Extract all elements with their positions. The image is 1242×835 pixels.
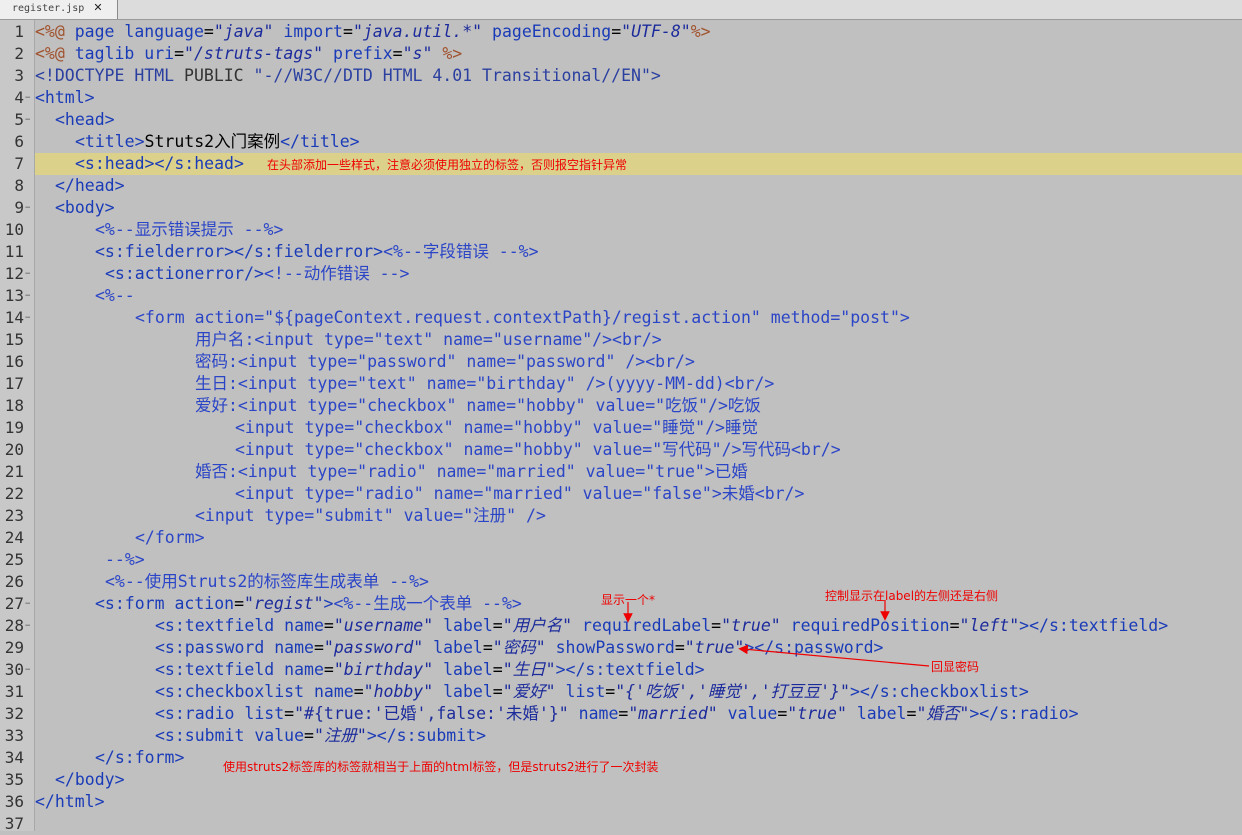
line-number: 32 (4, 704, 24, 723)
fold-toggle-icon[interactable]: − (25, 94, 33, 103)
line-number: 17 (4, 374, 24, 393)
tab-register-jsp[interactable]: register.jsp ✕ (0, 0, 118, 19)
line-number: 14 (4, 308, 24, 327)
line-number: 6 (14, 132, 24, 151)
line-number: 23 (4, 506, 24, 525)
line-number: 26 (4, 572, 24, 591)
annotation-arrows (623, 600, 930, 667)
line-number: 25 (4, 550, 24, 569)
line-number: 33 (4, 726, 24, 745)
line-number: 5 (14, 110, 24, 129)
line-number: 10 (4, 220, 24, 239)
line-number: 28 (4, 616, 24, 635)
fold-toggle-icon[interactable]: − (25, 204, 33, 213)
line-number: 8 (14, 176, 24, 195)
line-number: 36 (4, 792, 24, 811)
line-number: 37 (4, 814, 24, 833)
line-number: 24 (4, 528, 24, 547)
close-icon[interactable]: ✕ (92, 2, 104, 14)
line-number: 15 (4, 330, 24, 349)
code-editor[interactable]: <%@ page language="java" import="java.ut… (35, 20, 1242, 831)
line-number: 27 (4, 594, 24, 613)
line-number: 35 (4, 770, 24, 789)
fold-toggle-icon[interactable]: − (25, 270, 33, 279)
line-number: 18 (4, 396, 24, 415)
editor-tab-bar: register.jsp ✕ (0, 0, 1242, 20)
fold-toggle-icon[interactable]: − (25, 314, 33, 323)
line-number: 16 (4, 352, 24, 371)
fold-toggle-icon[interactable]: − (25, 600, 33, 609)
line-number: 34 (4, 748, 24, 767)
fold-toggle-icon[interactable]: − (25, 622, 33, 631)
line-number: 2 (14, 44, 24, 63)
arrow-show-password (738, 644, 930, 667)
line-number: 4 (14, 88, 24, 107)
line-number: 19 (4, 418, 24, 437)
tab-label: register.jsp (12, 3, 85, 14)
line-number: 22 (4, 484, 24, 503)
fold-toggle-icon[interactable]: − (25, 666, 33, 675)
line-number: 21 (4, 462, 24, 481)
line-number: 11 (4, 242, 24, 261)
line-number: 20 (4, 440, 24, 459)
fold-toggle-icon[interactable]: − (25, 116, 33, 125)
line-number: 7 (14, 154, 24, 173)
line-number: 30 (4, 660, 24, 679)
line-number-gutter: 1 2 3 4−5−6 7 8 9−10 11 12−13−14−15 16 17 18 19 20 21 2… (0, 20, 35, 833)
fold-toggle-icon[interactable]: − (25, 292, 33, 301)
line-number: 1 (14, 22, 24, 41)
line-number: 31 (4, 682, 24, 701)
line-number: 12 (4, 264, 24, 283)
line-number: 9 (14, 198, 24, 217)
line-number: 13 (4, 286, 24, 305)
line-number: 3 (14, 66, 24, 85)
line-number: 29 (4, 638, 24, 657)
